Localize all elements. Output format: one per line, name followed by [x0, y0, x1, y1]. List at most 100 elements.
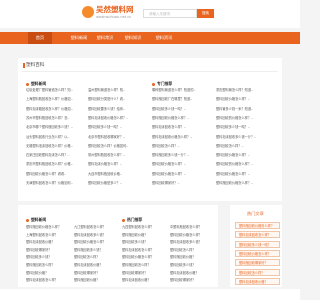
list-item[interactable]: 塑料回收怎么样？.. [216, 144, 276, 149]
list-item[interactable]: 塑料泡沫箱回收怎么样？价格如.. [26, 107, 86, 112]
list-item[interactable]: 塑料回收多少钱？ [122, 240, 168, 245]
list-item[interactable]: 塑料回收多少钱？ [26, 255, 72, 260]
list-item[interactable]: 塑料回收价格怎么样？ [122, 255, 168, 260]
list-item[interactable]: 塑料瓶回收价格怎么样？ [26, 225, 72, 230]
list-item[interactable]: 塑料瓶回收价格怎么样？.. [152, 116, 212, 121]
site-logo[interactable]: 吴然塑料网 www.wuhuan.net.cn [82, 4, 134, 26]
list-item[interactable]: 塑料泡沫回收价格？ [26, 240, 72, 245]
panel-title: 塑料百科 [22, 63, 45, 68]
nav-item[interactable]: 塑料资讯 [150, 32, 178, 44]
list-item[interactable]: 塑料回收的价格怎么样？.. [216, 116, 276, 121]
logo-name: 吴然塑料网 [96, 5, 134, 14]
list-item[interactable]: 九四塑料回收怎么样？ [122, 225, 168, 230]
list-item[interactable]: 汕头塑料回收行业怎么样？以.. [26, 135, 86, 140]
footer [0, 289, 300, 300]
list-item[interactable]: 重庆市塑料瓶回收怎么样？价格.. [26, 162, 86, 167]
list-item[interactable]: 塑料回收怎么样？ [170, 248, 216, 253]
header: 吴然塑料网 www.wuhuan.net.cn 请输入关键词 搜索 [0, 0, 300, 28]
list-item[interactable]: 塑料回收哪家好？.. [152, 181, 212, 186]
list-item[interactable]: 塑料泡沫回收多少钱？ [170, 240, 216, 245]
list-item[interactable]: 塑料泡沫回收价格怎么样？.. [88, 116, 148, 121]
list-item[interactable]: 塑料回收价格怎么样？.. [216, 153, 276, 158]
list-item[interactable]: 无锡塑料泡沫回收怎么样？价格.. [26, 144, 86, 149]
list-item[interactable]: 塑料回收怎么样？ [74, 255, 120, 260]
list-item[interactable]: 哪种塑料管道怎么样？知道的.. [152, 88, 212, 93]
list-item[interactable]: 塑料泡沫回收价格怎么样？.. [152, 135, 212, 140]
list-item[interactable]: 塑料回收哪家好？ [74, 271, 120, 276]
list-item[interactable]: 塑料回收价格怎么样？.. [216, 172, 276, 177]
list-item[interactable]: 塑料瓶回收价格怎么样？.. [216, 181, 276, 186]
list-item[interactable]: 九江塑料回收怎么样？ [74, 225, 120, 230]
list-item[interactable]: 塑料回收价格是多少？.. [88, 181, 148, 186]
list-item[interactable]: 上海塑料瓶回收怎么样？价格如.. [26, 97, 86, 102]
list-item[interactable]: 塑料泡沫回收怎么样？.. [152, 125, 212, 130]
list-item[interactable]: 塑料回收价格怎么样？ [170, 233, 216, 238]
list-item[interactable]: 塑料回收价格怎么样？看看.. [26, 172, 86, 177]
list-item[interactable]: 塑料回收价格？ [26, 271, 72, 276]
list-item[interactable]: 塑料泡沫回收怎么样？ [122, 248, 168, 253]
list-item[interactable]: 垃圾处理厂塑料管道怎么样？知.. [26, 88, 86, 93]
list-item[interactable]: 塑料泡沫回收怎么样？ [26, 278, 72, 283]
bottom-right-heading: 热门推荐 [122, 217, 142, 223]
bottom-left-heading: 塑料新闻 [26, 217, 46, 223]
list-item[interactable]: 石家庄回收塑料泡沫怎么样？.. [26, 153, 86, 158]
sidebar-tag[interactable]: 塑料泡沫回收怎么样？ [235, 231, 280, 239]
list-item[interactable]: 塑料回收哪家好？ [170, 278, 216, 283]
list-item[interactable]: 塑料瓶回收多少钱？ [74, 248, 120, 253]
nav-item[interactable]: 塑料常识 [93, 32, 117, 44]
list-item[interactable]: 塑料回收分类是什么？看.. [88, 97, 148, 102]
list-item[interactable]: 塑料泡沫回收价格？ [170, 271, 216, 276]
list-item[interactable]: 塑料回收怎么样？.. [152, 144, 212, 149]
list-item[interactable]: 大连市塑料瓶回收价格.. [88, 172, 148, 177]
nav-item[interactable]: 首页 [28, 32, 52, 44]
list-item[interactable]: 塑料回收多少钱一吨？.. [216, 125, 276, 130]
list-item[interactable]: 塑料泡沫回收价格？ [122, 278, 168, 283]
sidebar-tag[interactable]: 塑料瓶回收哪家好？ [235, 259, 280, 267]
sidebar-tag[interactable]: 塑料瓶回收价格怎么样？ [235, 222, 280, 229]
nav-item[interactable]: 塑料新闻 [65, 32, 93, 44]
list-item[interactable]: 塑料回收多少钱？ [170, 263, 216, 268]
list-item[interactable]: 塑料泡沫回收价格？ [74, 263, 120, 268]
col1-heading: 塑料新闻 [26, 81, 46, 87]
list-item[interactable]: 塑料瓶回收怎么样？ [26, 263, 72, 268]
list-item[interactable]: 塑料回收多少钱一吨？.. [152, 107, 212, 112]
list-item[interactable]: 温州塑料管道怎么样？知.. [88, 88, 148, 93]
list-item[interactable]: 塑料回收怎么样？价格如何.. [88, 144, 148, 149]
sidebar-tag[interactable]: 塑料回收价格怎么样？ [235, 249, 280, 257]
list-item[interactable]: 塑料回收哪家好？ [26, 248, 72, 253]
list-item[interactable]: 塑料回收多少钱一吨？.. [88, 125, 148, 130]
list-item[interactable]: 塑料瓶回收价格？ [122, 233, 168, 238]
list-item[interactable]: 塑料管多少钱一米？知道.. [216, 107, 276, 112]
nav-item[interactable]: 塑料知识 [118, 32, 148, 44]
list-item[interactable]: 塑料泡沫回收多少钱？ [74, 233, 120, 238]
dot-icon [152, 82, 155, 86]
list-item[interactable]: 塑料回收价格怎么样？.. [216, 97, 276, 102]
list-item[interactable]: 塑料泡沫价格怎么样？.. [88, 162, 148, 167]
list-item[interactable]: 苏州市塑料瓶回收怎么样？怎.. [26, 116, 86, 121]
list-item[interactable]: 塑料瓶回收厂在哪里？知道.. [152, 97, 212, 102]
search-input[interactable]: 请输入关键词 [143, 9, 197, 18]
sidebar-tag[interactable]: 塑料泡沫回收价格？ [235, 277, 280, 285]
list-item[interactable]: 天津塑料回收怎么样？价格如何.. [26, 181, 86, 186]
list-item[interactable]: 中塑料瓶回收怎么样？ [170, 225, 216, 230]
list-item[interactable]: 重庆塑料管怎么样？知道.. [216, 88, 276, 93]
list-item[interactable]: 塑料回收价格怎么样？.. [152, 172, 212, 177]
list-item[interactable]: 塑料瓶回收怎么样？ [122, 263, 168, 268]
list-item[interactable]: 塑料回收哪家好？ [122, 271, 168, 276]
list-item[interactable]: 塑料回收要多少钱？给你.. [88, 107, 148, 112]
sidebar-tag[interactable]: 塑料回收怎么样？ [235, 268, 280, 276]
search-button[interactable]: 搜索 [197, 9, 214, 18]
list-item[interactable]: 北京市塑料回收哪家好？.. [88, 135, 148, 140]
list-item[interactable]: 北京市哪个塑料瓶回收多少钱？.. [26, 125, 86, 130]
list-item[interactable]: 常州塑料瓶回收怎么样？.. [88, 153, 148, 158]
list-item[interactable]: 上海塑料回收怎么样？ [26, 233, 72, 238]
list-item[interactable]: 塑料瓶回收多少钱一斤？.. [152, 153, 212, 158]
list-item[interactable]: 塑料回收价格怎么样？ [74, 240, 120, 245]
logo-url: www.wuhuan.net.cn [96, 15, 132, 19]
list-item[interactable]: 塑料泡沫回收多少钱一斤？.. [216, 135, 276, 140]
list-item[interactable]: 塑料瓶回收价格？ [74, 278, 120, 283]
list-item[interactable]: 塑料回收价格怎么样？.. [152, 162, 212, 167]
list-item[interactable]: 塑料瓶回收价格？ [170, 255, 216, 260]
sidebar-tag[interactable]: 塑料回收多少钱一吨？ [235, 240, 280, 248]
list-item[interactable]: 塑料回收的价格怎么样？.. [216, 162, 276, 167]
